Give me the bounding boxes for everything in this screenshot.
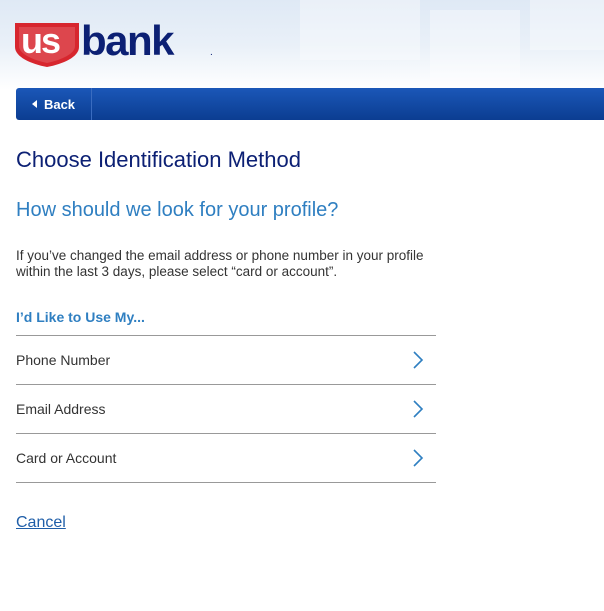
chevron-right-icon xyxy=(413,449,424,467)
identification-options: Phone Number Email Address Card or Accou… xyxy=(16,335,436,483)
option-label: Phone Number xyxy=(16,352,111,368)
page-header: us bank . xyxy=(0,0,604,90)
svg-text:us: us xyxy=(21,20,60,61)
back-button-label: Back xyxy=(43,96,76,112)
choice-label: I’d Like to Use My... xyxy=(16,309,145,325)
info-text: If you’ve changed the email address or p… xyxy=(16,248,424,279)
option-phone-number[interactable]: Phone Number xyxy=(16,336,436,385)
svg-text:bank: bank xyxy=(81,17,175,64)
usbank-logo-graphic: us bank . xyxy=(15,17,213,67)
option-card-or-account[interactable]: Card or Account xyxy=(16,434,436,483)
nav-bar: Back xyxy=(16,88,604,120)
chevron-right-icon xyxy=(413,351,424,369)
header-decoration xyxy=(530,0,604,50)
header-decoration xyxy=(430,10,520,80)
header-decoration xyxy=(300,0,420,60)
caret-left-icon xyxy=(31,100,37,108)
section-subtitle: How should we look for your profile? xyxy=(16,199,339,221)
option-label: Card or Account xyxy=(16,450,117,466)
back-button[interactable]: Back xyxy=(16,88,92,120)
page-title: Choose Identification Method xyxy=(16,147,301,172)
cancel-link[interactable]: Cancel xyxy=(16,514,66,532)
usbank-logo[interactable]: us bank . xyxy=(15,17,225,67)
option-label: Email Address xyxy=(16,401,106,417)
chevron-right-icon xyxy=(413,400,424,418)
svg-text:.: . xyxy=(210,47,213,58)
option-email-address[interactable]: Email Address xyxy=(16,385,436,434)
